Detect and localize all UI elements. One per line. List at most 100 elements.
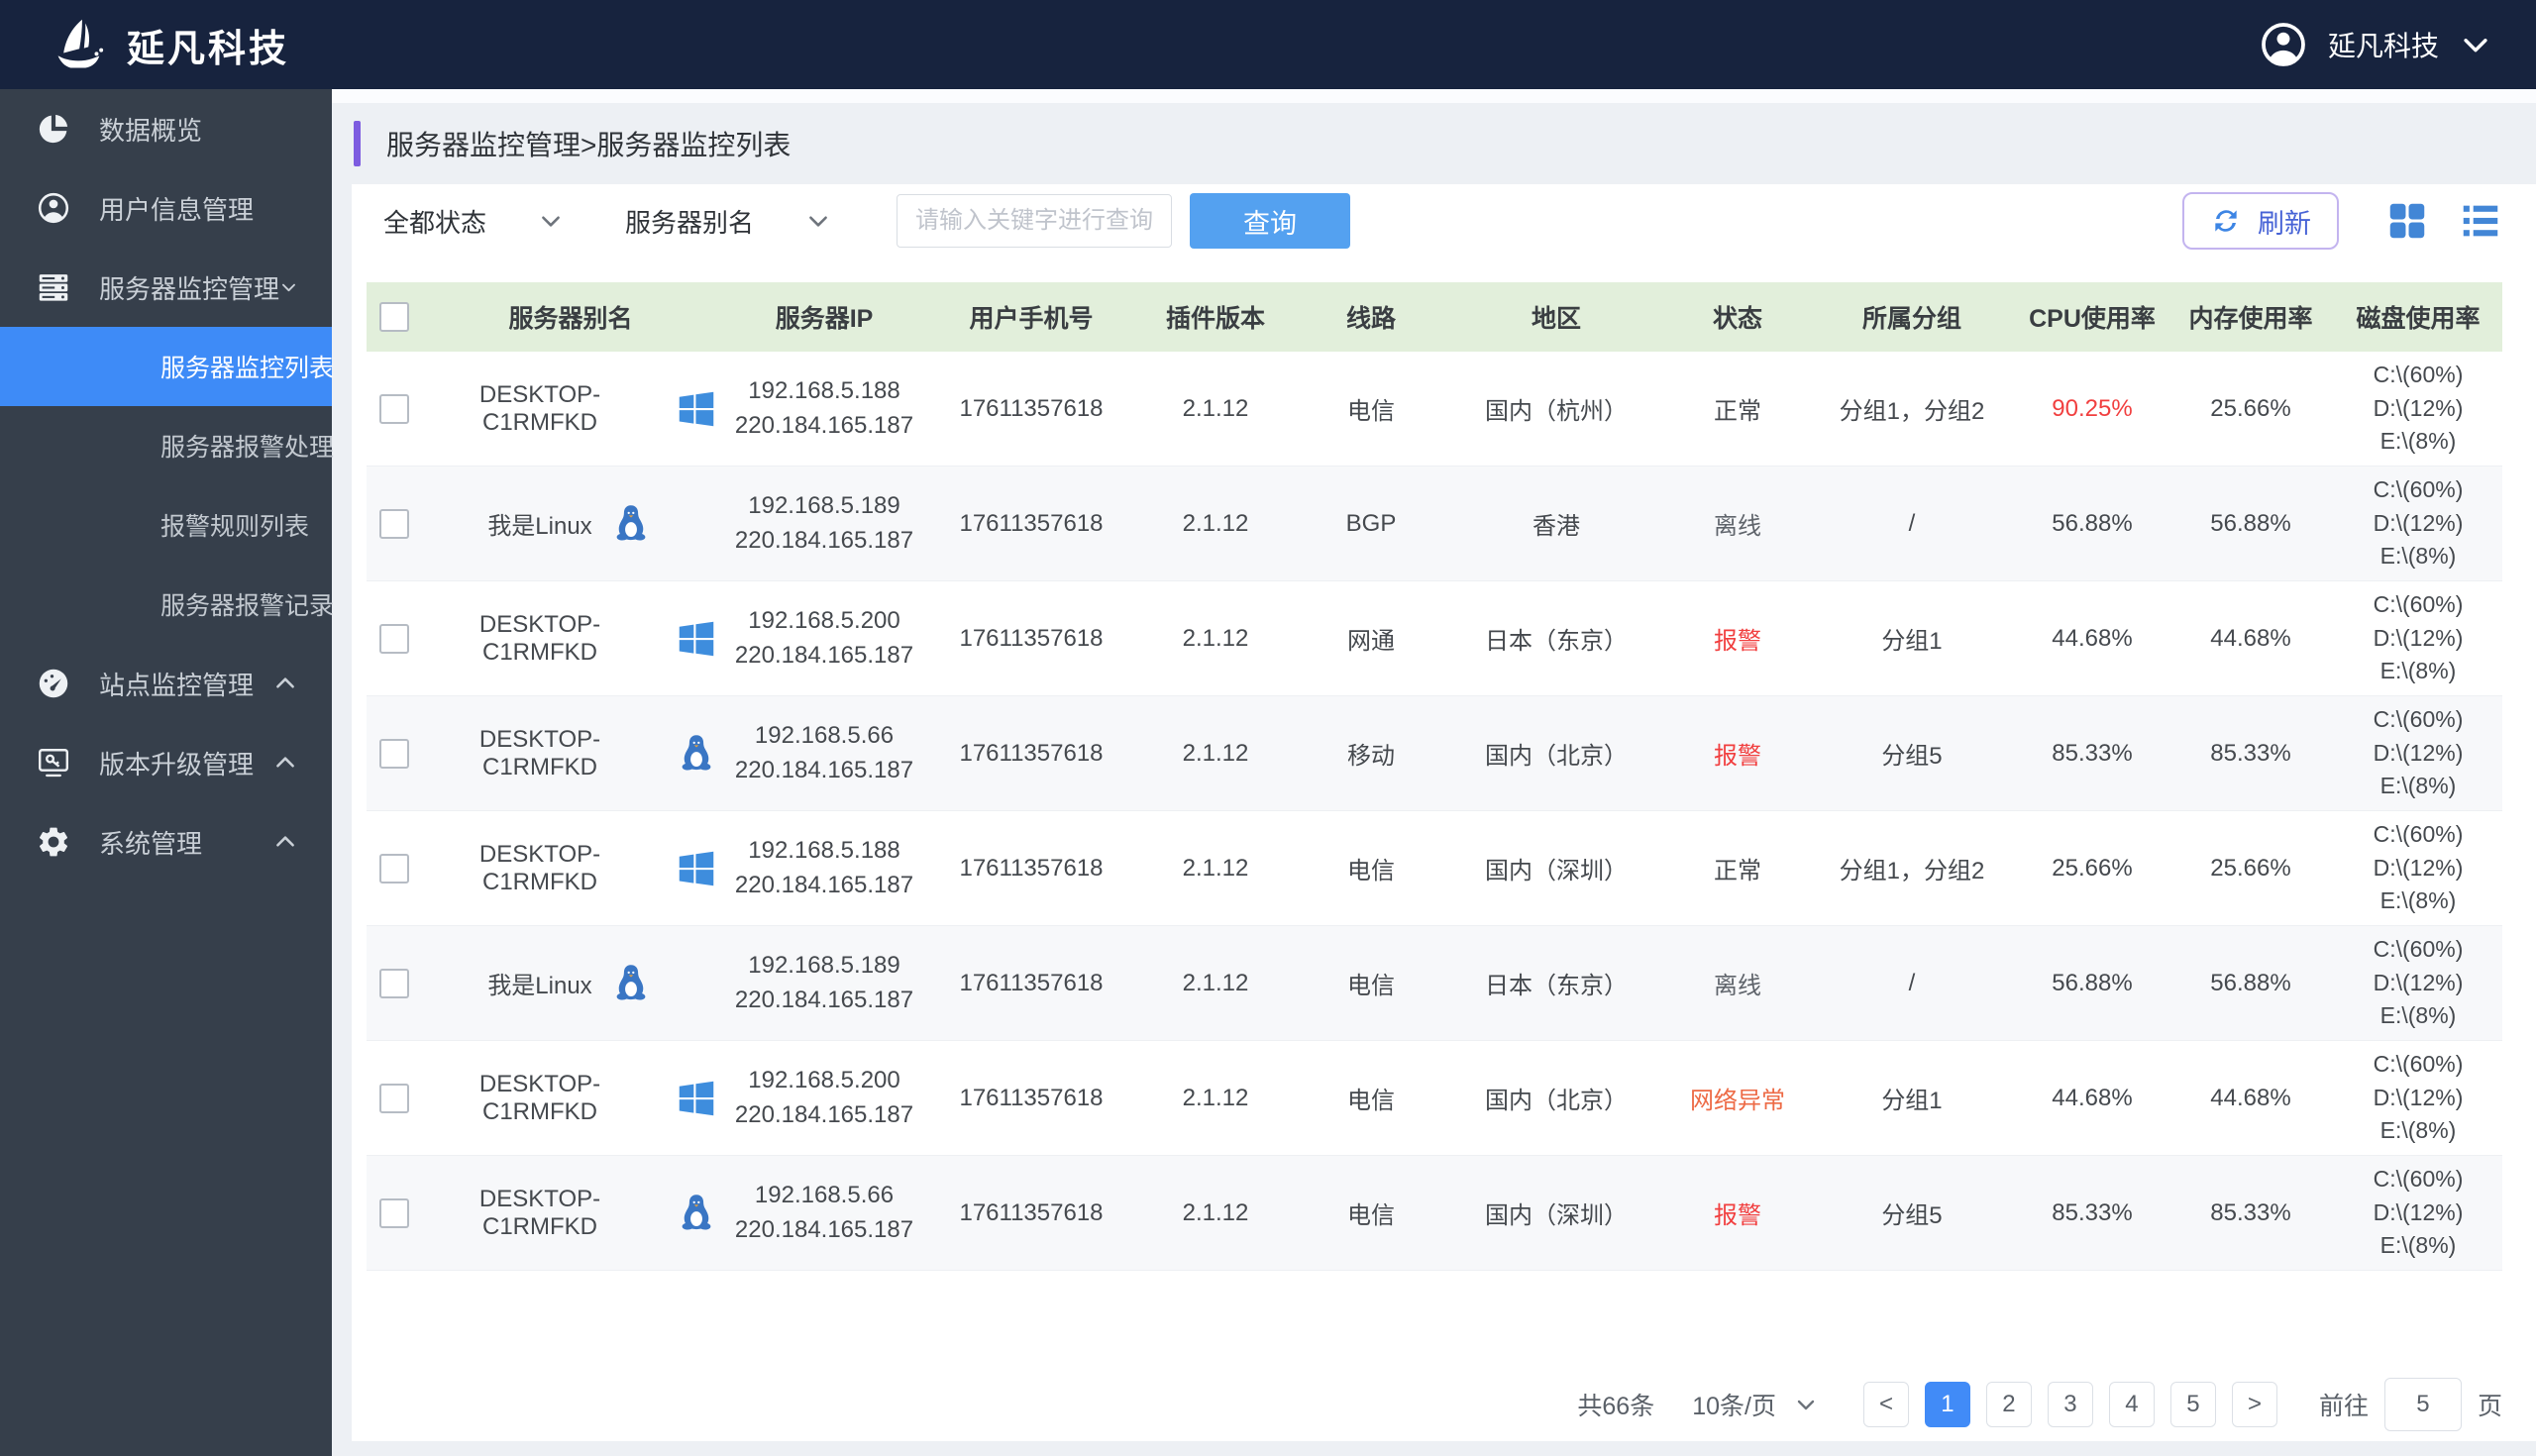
server-ip-cell: 192.168.5.200220.184.165.187: [719, 1064, 929, 1133]
breadcrumb-band: 服务器监控管理>服务器监控列表: [332, 103, 2536, 184]
goto-page-input[interactable]: [2384, 1378, 2462, 1431]
disk-line: C:\(60%): [2334, 933, 2502, 966]
page-button-2[interactable]: 2: [1986, 1382, 2032, 1427]
disk-line: E:\(8%): [2334, 655, 2502, 687]
server-ip-cell: 192.168.5.66220.184.165.187: [719, 1179, 929, 1248]
phone-cell: 17611357618: [929, 970, 1133, 997]
search-input[interactable]: [897, 194, 1172, 248]
chevron-down-icon: [1794, 1393, 1818, 1416]
chevron-up-icon: [272, 750, 298, 776]
goto-label: 前往: [2319, 1387, 2369, 1422]
sidebar-item-版本升级管理[interactable]: 版本升级管理: [0, 723, 332, 802]
chevron-down-icon[interactable]: [2459, 28, 2492, 61]
memory-usage-cell: 25.66%: [2167, 855, 2334, 883]
server-ip-cell: 192.168.5.188220.184.165.187: [719, 834, 929, 903]
page-button-3[interactable]: 3: [2048, 1382, 2093, 1427]
column-header-所属分组: 所属分组: [1807, 299, 2017, 335]
disk-line: D:\(12%): [2334, 392, 2502, 425]
group-cell: 分组1，分组2: [1807, 851, 2017, 885]
row-checkbox[interactable]: [379, 739, 409, 769]
line-cell: 移动: [1298, 736, 1444, 771]
row-checkbox[interactable]: [379, 969, 409, 998]
sidebar-item-数据概览[interactable]: 数据概览: [0, 89, 332, 168]
group-cell: 分组1: [1807, 621, 2017, 656]
memory-usage-cell: 44.68%: [2167, 625, 2334, 653]
sidebar-item-label: 用户信息管理: [99, 190, 298, 227]
sidebar-subitem-服务器报警记录[interactable]: 服务器报警记录: [0, 565, 332, 644]
region-cell: 国内（北京）: [1444, 1081, 1668, 1115]
table-header-row: 服务器别名服务器IP用户手机号插件版本线路地区状态所属分组CPU使用率内存使用率…: [367, 282, 2502, 352]
page-button-5[interactable]: 5: [2170, 1382, 2216, 1427]
query-button[interactable]: 查询: [1190, 193, 1350, 249]
row-checkbox[interactable]: [379, 624, 409, 654]
disk-line: D:\(12%): [2334, 1082, 2502, 1114]
content-card: 全都状态 服务器别名 查询 刷新: [352, 184, 2536, 1441]
sidebar-subitem-报警规则列表[interactable]: 报警规则列表: [0, 485, 332, 565]
status-filter-select[interactable]: 全都状态: [383, 203, 564, 240]
server-ip-cell: 192.168.5.188220.184.165.187: [719, 374, 929, 444]
prev-page-button[interactable]: <: [1863, 1382, 1909, 1427]
status-cell: 报警: [1668, 621, 1807, 656]
sidebar-item-label: 版本升级管理: [99, 745, 272, 781]
refresh-button[interactable]: 刷新: [2182, 192, 2339, 250]
row-checkbox[interactable]: [379, 1198, 409, 1228]
sidebar-subitem-服务器报警处理[interactable]: 服务器报警处理: [0, 406, 332, 485]
disk-line: D:\(12%): [2334, 967, 2502, 999]
sidebar-item-服务器监控管理[interactable]: 服务器监控管理: [0, 248, 332, 327]
user-menu[interactable]: 延凡科技: [2259, 20, 2492, 69]
chevron-down-icon: [805, 208, 831, 234]
row-checkbox[interactable]: [379, 394, 409, 424]
row-select-cell: [367, 969, 422, 998]
line-cell: 电信: [1298, 391, 1444, 426]
table-row: DESKTOP-C1RMFKD192.168.5.66220.184.165.1…: [367, 696, 2502, 811]
region-cell: 国内（北京）: [1444, 736, 1668, 771]
select-all-checkbox[interactable]: [379, 302, 409, 332]
page-button-4[interactable]: 4: [2109, 1382, 2155, 1427]
table-row: 我是Linux192.168.5.189220.184.165.18717611…: [367, 467, 2502, 581]
status-cell: 网络异常: [1668, 1081, 1807, 1115]
disk-line: E:\(8%): [2334, 999, 2502, 1032]
gauge-icon: [36, 666, 71, 701]
status-cell: 离线: [1668, 966, 1807, 1000]
server-alias: DESKTOP-C1RMFKD: [422, 381, 658, 437]
phone-cell: 17611357618: [929, 395, 1133, 423]
sidebar-item-用户信息管理[interactable]: 用户信息管理: [0, 168, 332, 248]
sidebar-subitem-服务器监控列表[interactable]: 服务器监控列表: [0, 327, 332, 406]
table-row: 我是Linux192.168.5.189220.184.165.18717611…: [367, 926, 2502, 1041]
row-select-cell: [367, 1198, 422, 1228]
phone-cell: 17611357618: [929, 1085, 1133, 1112]
disk-usage-cell: C:\(60%)D:\(12%)E:\(8%): [2334, 1048, 2502, 1147]
sidebar-item-系统管理[interactable]: 系统管理: [0, 802, 332, 882]
region-cell: 日本（东京）: [1444, 966, 1668, 1000]
column-header-状态: 状态: [1668, 299, 1807, 335]
ip-address: 220.184.165.187: [719, 754, 929, 788]
row-checkbox[interactable]: [379, 509, 409, 539]
chevron-down-icon: [279, 274, 298, 300]
next-page-button[interactable]: >: [2232, 1382, 2277, 1427]
list-view-icon[interactable]: [2458, 198, 2503, 244]
disk-line: C:\(60%): [2334, 818, 2502, 851]
plugin-version-cell: 2.1.12: [1133, 740, 1298, 768]
cpu-usage-cell: 85.33%: [2017, 740, 2167, 768]
server-alias-cell: 我是Linux: [422, 961, 719, 1006]
server-alias-cell: 我是Linux: [422, 501, 719, 547]
select-all-cell: [367, 302, 422, 332]
linux-os-icon: [674, 1191, 719, 1236]
sidebar-item-站点监控管理[interactable]: 站点监控管理: [0, 644, 332, 723]
line-cell: 电信: [1298, 966, 1444, 1000]
field-filter-select[interactable]: 服务器别名: [625, 203, 831, 240]
disk-line: C:\(60%): [2334, 359, 2502, 391]
sidebar-subitem-label: 服务器报警处理: [160, 428, 334, 464]
page-button-1[interactable]: 1: [1925, 1382, 1970, 1427]
brand: 延凡科技: [52, 15, 289, 74]
grid-view-icon[interactable]: [2384, 198, 2430, 244]
row-checkbox[interactable]: [379, 854, 409, 884]
row-checkbox[interactable]: [379, 1084, 409, 1113]
disk-line: C:\(60%): [2334, 1048, 2502, 1081]
page-size-select[interactable]: 10条/页: [1692, 1387, 1818, 1422]
breadcrumb: 服务器监控管理>服务器监控列表: [386, 124, 791, 163]
breadcrumb-accent-bar: [354, 121, 361, 166]
server-alias: DESKTOP-C1RMFKD: [422, 611, 658, 667]
table-row: DESKTOP-C1RMFKD192.168.5.188220.184.165.…: [367, 811, 2502, 926]
status-cell: 报警: [1668, 736, 1807, 771]
